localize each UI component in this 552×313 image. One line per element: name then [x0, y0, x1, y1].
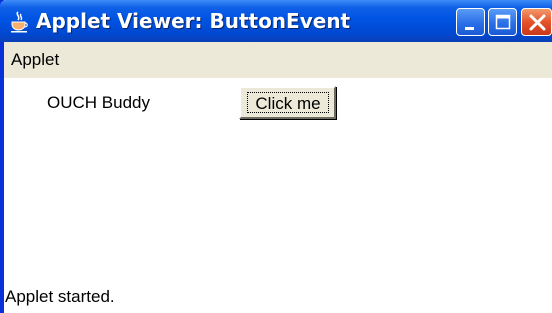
maximize-button[interactable]: [488, 8, 517, 36]
click-me-button[interactable]: Click me: [239, 86, 336, 119]
maximize-icon: [495, 14, 511, 30]
menu-bar: Applet: [4, 42, 552, 78]
close-button[interactable]: [521, 8, 552, 36]
title-bar[interactable]: Applet Viewer: ButtonEvent: [0, 0, 552, 42]
ouch-label: OUCH Buddy: [47, 93, 150, 112]
status-text: Applet started.: [5, 287, 115, 306]
click-me-button-label: Click me: [247, 92, 329, 113]
minimize-icon: [465, 27, 474, 30]
window-title: Applet Viewer: ButtonEvent: [36, 9, 351, 33]
close-icon: [529, 14, 546, 31]
java-coffee-cup-icon[interactable]: [10, 11, 28, 33]
applet-viewer-window: Applet Viewer: ButtonEvent Applet OUCH B…: [0, 0, 552, 313]
menu-applet[interactable]: Applet: [11, 42, 59, 78]
minimize-button[interactable]: [456, 8, 485, 36]
